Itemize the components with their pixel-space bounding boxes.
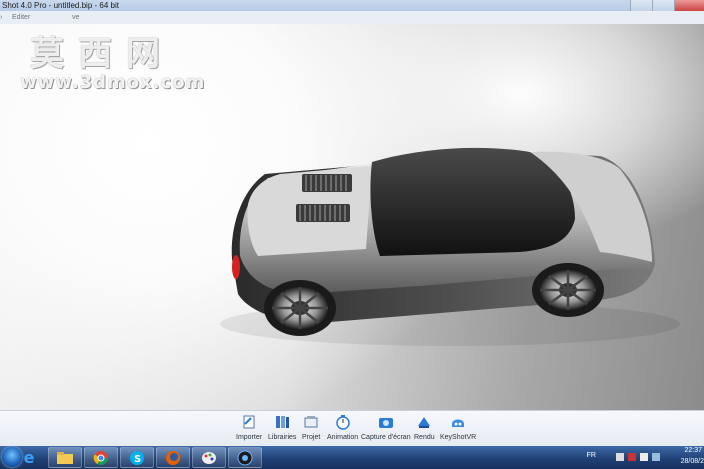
importer-button[interactable]: Importer: [236, 414, 262, 441]
window-title: Shot 4.0 Pro - untitled.bip - 64 bit: [2, 1, 119, 10]
flag-icon[interactable]: [616, 453, 624, 461]
minimize-button[interactable]: [630, 0, 652, 11]
library-icon: [273, 414, 291, 430]
bottom-toolbar: Importer Librairies Projet Animation Cap…: [0, 410, 704, 447]
menu-bar: › Editer ve: [0, 11, 704, 25]
menu-item-editer[interactable]: Editer: [12, 11, 30, 24]
maximize-button[interactable]: [652, 0, 674, 11]
firefox-icon: [166, 450, 180, 465]
ie-taskbar-button[interactable]: e: [12, 447, 46, 468]
keyshot-icon: [237, 450, 253, 465]
project-icon: [302, 414, 320, 430]
watermark-url: www.3dmox.com: [20, 72, 206, 93]
battery-icon[interactable]: [640, 453, 648, 461]
paint-taskbar-button[interactable]: [192, 447, 226, 468]
watermark-chinese: 莫西网: [30, 34, 174, 74]
firefox-taskbar-button[interactable]: [156, 447, 190, 468]
title-bar: Shot 4.0 Pro - untitled.bip - 64 bit: [0, 0, 704, 11]
taskbar: e S FR 22:37 28/08/2: [0, 446, 704, 469]
import-icon: [240, 414, 258, 430]
menu-chevron[interactable]: ›: [0, 11, 2, 24]
rendu-button[interactable]: Rendu: [414, 414, 435, 441]
paint-icon: [202, 451, 216, 464]
volume-icon[interactable]: [652, 453, 660, 461]
close-button[interactable]: [674, 0, 704, 11]
window-controls: [630, 0, 704, 11]
screenshot-icon: [377, 414, 395, 430]
skype-icon: S: [130, 450, 144, 465]
menu-item-ve[interactable]: ve: [72, 11, 79, 24]
projet-button[interactable]: Projet: [302, 414, 320, 441]
front-wheel: [532, 263, 604, 317]
skype-taskbar-button[interactable]: S: [120, 447, 154, 468]
capture-button[interactable]: Capture d'écran: [361, 414, 411, 441]
render-icon: [415, 414, 433, 430]
svg-text:S: S: [134, 454, 141, 465]
render-viewport[interactable]: 莫西网 www.3dmox.com: [0, 24, 704, 410]
chrome-icon: [93, 450, 108, 465]
keyshot-taskbar-button[interactable]: [228, 447, 262, 468]
clock-time[interactable]: 22:37: [684, 447, 702, 454]
librairies-button[interactable]: Librairies: [268, 414, 296, 441]
explorer-taskbar-button[interactable]: [48, 447, 82, 468]
explorer-icon: [57, 451, 73, 464]
network-icon[interactable]: [628, 453, 636, 461]
chrome-taskbar-button[interactable]: [84, 447, 118, 468]
keyshotvr-button[interactable]: KeyShotVR: [440, 414, 476, 441]
animation-button[interactable]: Animation: [327, 414, 358, 441]
keyshotvr-icon: [449, 414, 467, 430]
ie-icon: e: [23, 448, 35, 467]
language-indicator[interactable]: FR: [587, 452, 596, 459]
clock-date[interactable]: 28/08/2: [681, 458, 704, 465]
animation-icon: [334, 414, 352, 430]
rear-wheel: [264, 280, 336, 336]
